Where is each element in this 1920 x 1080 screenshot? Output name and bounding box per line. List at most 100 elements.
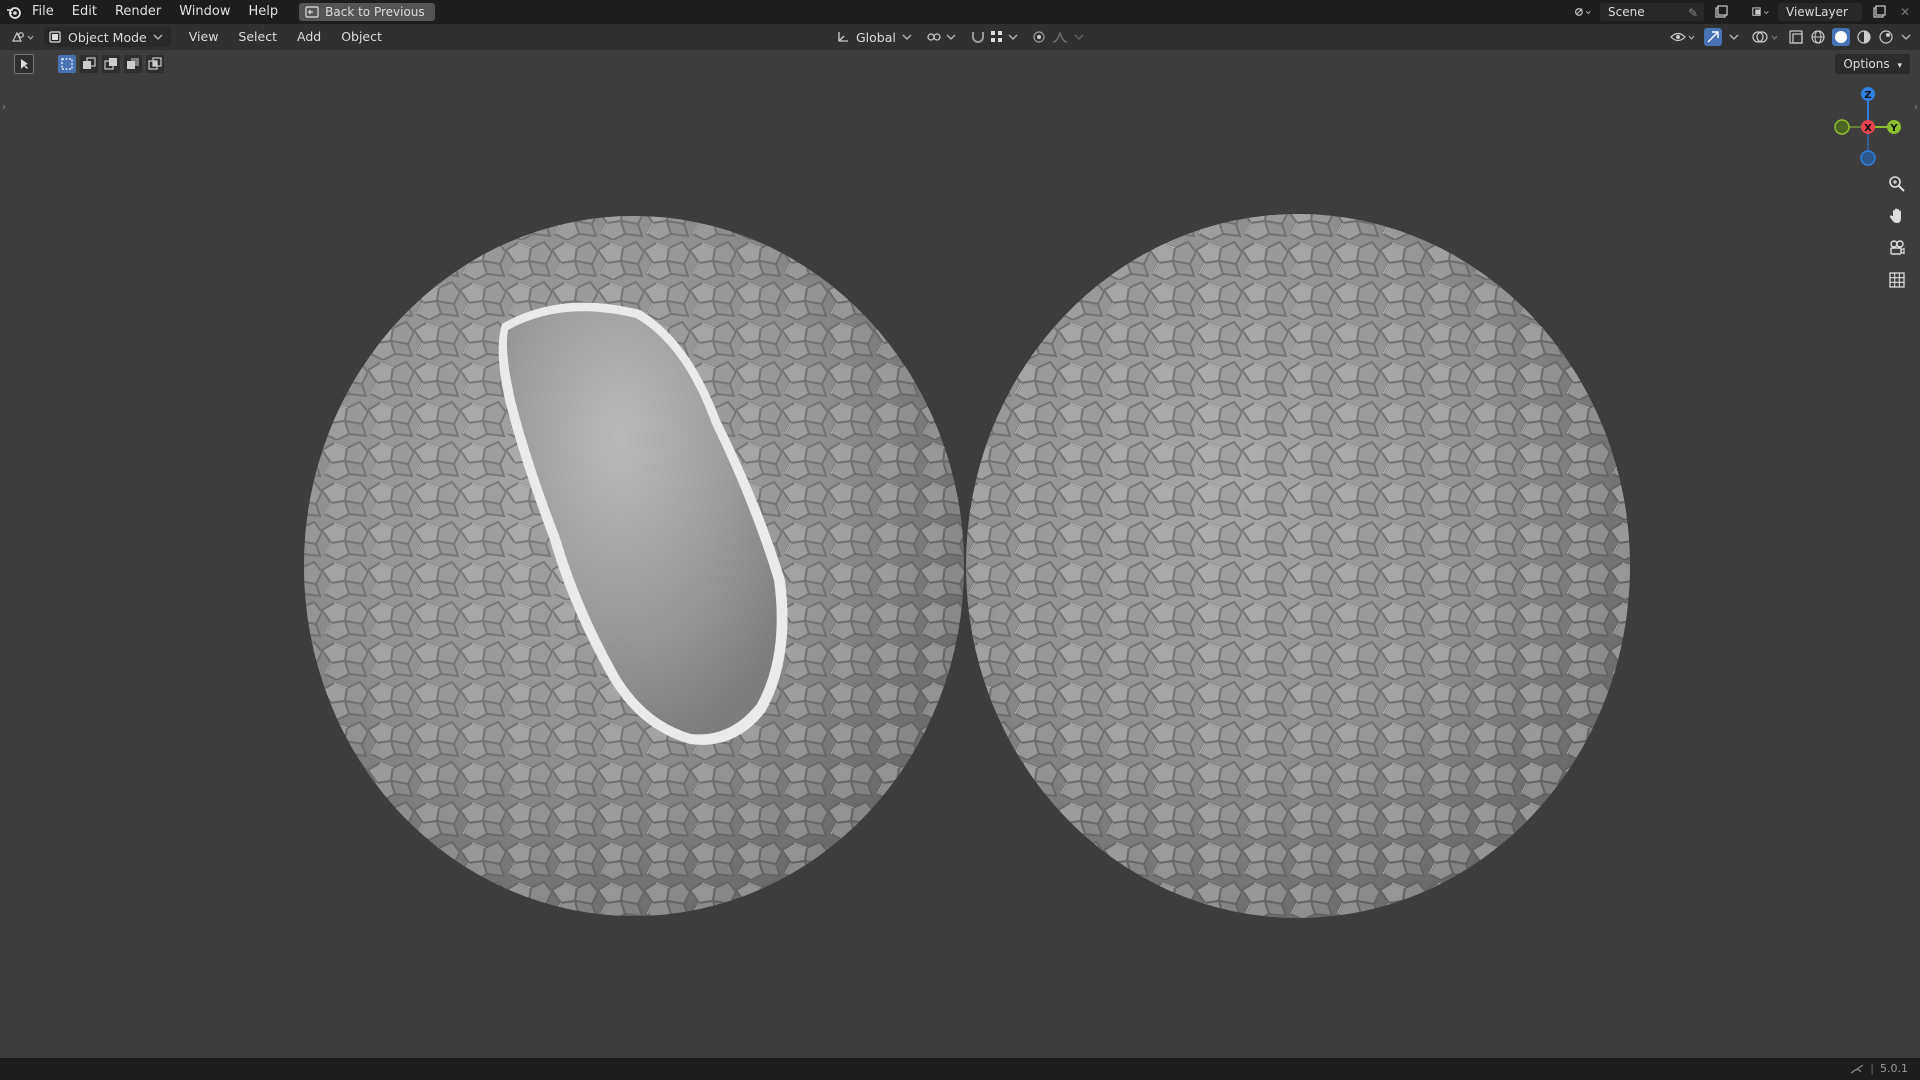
top-menu-bar: File Edit Render Window Help Back to Pre… [0, 0, 1920, 24]
falloff-curve-icon [1052, 31, 1067, 43]
rendered-shading-icon[interactable] [1878, 29, 1894, 45]
right-mesh-object[interactable] [960, 210, 1640, 930]
snap-magnet-icon [971, 32, 984, 43]
hand-icon [1889, 208, 1901, 223]
grid-icon [1889, 272, 1905, 288]
scene-name: Scene [1608, 5, 1645, 19]
options-label: Options [1843, 57, 1890, 71]
navigation-tools [1884, 172, 1910, 292]
transform-orientation-dropdown[interactable]: Global [836, 30, 912, 45]
view-layer-selector-icon[interactable] [1752, 3, 1770, 21]
gizmo-y-label: Y [1889, 123, 1898, 134]
pin-icon[interactable]: ✎ [1688, 4, 1698, 22]
select-mode-subtract-button[interactable] [102, 55, 120, 73]
object-mode-dropdown[interactable]: Object Mode [44, 27, 171, 47]
viewport-shading-controls [1670, 24, 1912, 50]
screen-back-icon [305, 6, 319, 18]
menu-help[interactable]: Help [240, 0, 288, 24]
pivot-link-icon [927, 33, 941, 41]
gizmo-neg-z[interactable] [1860, 150, 1876, 166]
chevron-down-icon [1008, 34, 1018, 40]
gizmo-arrow-icon [1707, 31, 1719, 43]
gizmo-toggle-button[interactable] [1704, 28, 1722, 46]
zoom-magnifier-icon [1889, 176, 1905, 192]
chevron-down-icon [1074, 34, 1084, 40]
perspective-toggle-tool[interactable] [1884, 268, 1910, 292]
sidebar-expand-arrow-icon[interactable]: ‹ [1914, 102, 1918, 113]
toolbar-expand-arrow-icon[interactable]: › [2, 102, 6, 113]
gizmo-x-label: X [1864, 123, 1872, 134]
select-mode-intersect-button[interactable] [146, 55, 164, 73]
select-subtract-icon [104, 58, 117, 70]
back-to-previous-button[interactable]: Back to Previous [299, 3, 435, 21]
scene-selector-icon[interactable] [1574, 3, 1592, 21]
gizmo-z-label: Z [1864, 90, 1871, 101]
options-dropdown[interactable]: Options ▾ [1835, 54, 1910, 74]
network-disabled-icon [1850, 1064, 1864, 1073]
gizmo-neg-y[interactable] [1834, 119, 1850, 135]
menu-file[interactable]: File [23, 0, 63, 24]
remove-view-layer-icon[interactable]: ✕ [1896, 3, 1914, 21]
menu-window[interactable]: Window [170, 0, 239, 24]
camera-view-tool[interactable] [1884, 236, 1910, 260]
back-to-previous-label: Back to Previous [325, 5, 425, 19]
select-invert-icon [127, 58, 139, 69]
orientation-axes-icon [838, 32, 848, 42]
visibility-eye-icon[interactable] [1670, 30, 1698, 44]
menu-edit[interactable]: Edit [63, 0, 106, 24]
select-extend-icon [83, 57, 96, 69]
pan-tool[interactable] [1884, 204, 1910, 228]
top-right-controls: Scene ✎ ViewLayer ✕ [1574, 0, 1914, 24]
navigation-gizmo[interactable]: Z Y X [1832, 82, 1904, 172]
status-separator: | [1870, 1062, 1874, 1075]
solid-shading-icon[interactable] [1832, 28, 1850, 46]
scene-name-field[interactable]: Scene ✎ [1600, 3, 1704, 21]
object-mode-label: Object Mode [68, 29, 147, 45]
chevron-down-icon [946, 34, 956, 40]
cursor-arrow-icon [21, 59, 28, 69]
select-mode-invert-button[interactable] [124, 55, 142, 73]
left-mesh-object[interactable] [300, 210, 970, 920]
viewport-header: Object Mode View Select Add Object Globa… [0, 24, 1920, 50]
chevron-down-icon [153, 34, 163, 40]
overlays-icon[interactable] [1752, 29, 1782, 45]
xray-toggle-icon[interactable] [1788, 29, 1804, 45]
camera-icon [1890, 240, 1905, 255]
snap-controls[interactable] [970, 30, 1018, 44]
menu-select[interactable]: Select [228, 24, 287, 50]
chevron-down-icon: ▾ [1897, 61, 1902, 71]
transform-orientation-label: Global [856, 29, 896, 45]
chevron-down-icon[interactable] [1900, 33, 1912, 41]
blender-logo-icon[interactable] [5, 3, 23, 21]
chevron-down-icon[interactable] [1728, 33, 1740, 41]
3d-viewport[interactable] [0, 50, 1920, 1058]
select-mode-new-button[interactable] [58, 55, 76, 73]
version-info: | 5.0.1 [1850, 1062, 1908, 1075]
select-mode-extend-button[interactable] [80, 55, 98, 73]
status-bar: | 5.0.1 [0, 1058, 1920, 1080]
menu-object[interactable]: Object [331, 24, 392, 50]
view-layer-name: ViewLayer [1786, 5, 1848, 19]
chevron-down-icon [902, 34, 912, 40]
material-preview-icon[interactable] [1856, 29, 1872, 45]
proportional-editing[interactable] [1032, 30, 1084, 44]
view-layer-field[interactable]: ViewLayer [1778, 3, 1862, 21]
pivot-point-dropdown[interactable] [926, 30, 956, 44]
menu-view[interactable]: View [179, 24, 229, 50]
new-scene-icon[interactable] [1712, 3, 1730, 21]
menu-render[interactable]: Render [106, 0, 170, 24]
editor-type-icon[interactable] [10, 28, 38, 46]
proportional-editing-icon [1033, 31, 1045, 43]
select-tool-button[interactable] [14, 54, 34, 74]
object-mode-icon [49, 31, 61, 43]
transform-tools: Global [836, 24, 1084, 50]
wireframe-shading-icon[interactable] [1810, 29, 1826, 45]
version-label: 5.0.1 [1880, 1062, 1908, 1075]
select-intersect-icon [148, 57, 162, 70]
viewport-scene [300, 210, 1640, 930]
snap-grid-icon [990, 31, 1002, 42]
select-tool-row [14, 54, 164, 74]
new-view-layer-icon[interactable] [1870, 3, 1888, 21]
zoom-tool[interactable] [1884, 172, 1910, 196]
menu-add[interactable]: Add [287, 24, 331, 50]
